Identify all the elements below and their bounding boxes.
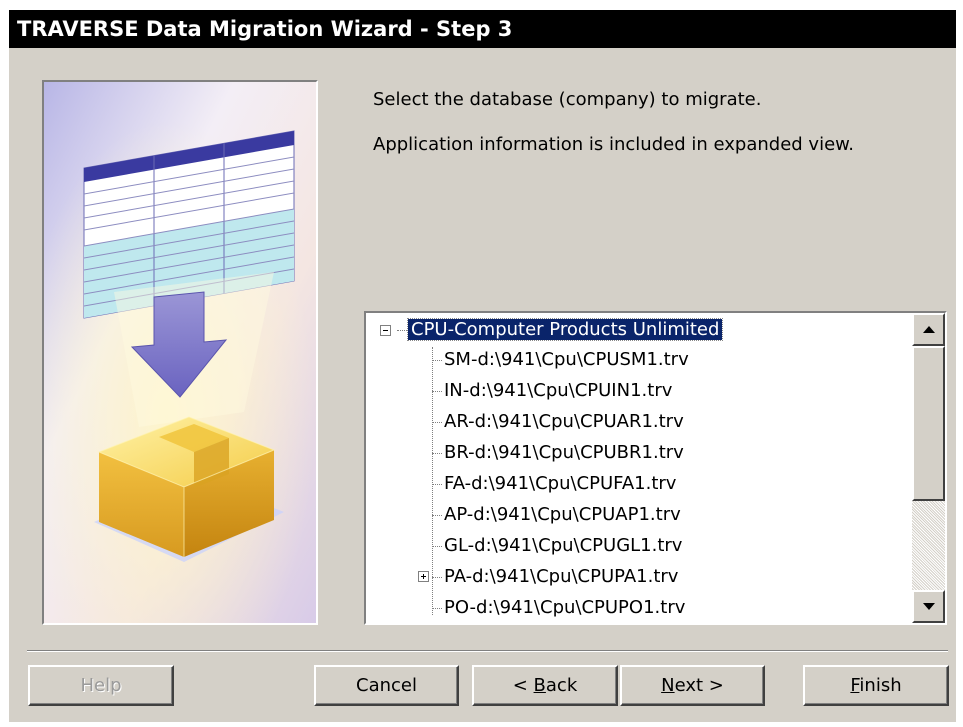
cancel-button-label: Cancel xyxy=(356,675,417,696)
tree-connector-line xyxy=(432,391,442,392)
cancel-button[interactable]: Cancel xyxy=(314,665,459,706)
tree-connector-line xyxy=(432,422,442,423)
next-button-label: Next > xyxy=(661,675,724,696)
tree-connector-line xyxy=(397,330,407,331)
window-title: TRAVERSE Data Migration Wizard - Step 3 xyxy=(9,10,956,48)
instruction-expanded-view: Application information is included in e… xyxy=(373,134,854,155)
tree-item-br[interactable]: BR-d:\941\Cpu\CPUBR1.trv xyxy=(444,441,684,465)
next-button[interactable]: Next > xyxy=(620,665,765,706)
tree-item-ar[interactable]: AR-d:\941\Cpu\CPUAR1.trv xyxy=(444,410,684,434)
arrow-down-icon xyxy=(922,603,935,610)
tree-connector-line xyxy=(432,546,442,547)
tree-item-sm[interactable]: SM-d:\941\Cpu\CPUSM1.trv xyxy=(444,348,689,372)
tree-item-in[interactable]: IN-d:\941\Cpu\CPUIN1.trv xyxy=(444,379,672,403)
wizard-illustration xyxy=(42,80,318,625)
tree-item-gl[interactable]: GL-d:\941\Cpu\CPUGL1.trv xyxy=(444,534,682,558)
button-separator-highlight xyxy=(27,651,948,652)
scroll-up-button[interactable] xyxy=(912,313,945,346)
tree-item-po[interactable]: PO-d:\941\Cpu\CPUPO1.trv xyxy=(444,596,685,620)
tree-root-label: CPU-Computer Products Unlimited xyxy=(406,318,724,341)
finish-button-label: Finish xyxy=(850,675,902,696)
back-button[interactable]: < Back xyxy=(472,665,618,706)
tree-root-company[interactable]: CPU-Computer Products Unlimited xyxy=(406,318,724,342)
tree-item-fa[interactable]: FA-d:\941\Cpu\CPUFA1.trv xyxy=(444,472,676,496)
tree-connector-line xyxy=(432,577,442,578)
tree-connector-line xyxy=(432,360,442,361)
wizard-window: TRAVERSE Data Migration Wizard - Step 3 xyxy=(9,10,956,722)
tree-content: CPU-Computer Products Unlimited SM-d:\94… xyxy=(366,313,912,623)
finish-button[interactable]: Finish xyxy=(803,665,949,706)
back-button-label: < Back xyxy=(512,675,578,696)
database-migration-illustration xyxy=(44,82,316,623)
tree-connector-line xyxy=(432,484,442,485)
collapse-icon[interactable] xyxy=(380,325,391,336)
tree-connector-line xyxy=(432,515,442,516)
tree-connector-line xyxy=(432,608,442,609)
tree-item-ap[interactable]: AP-d:\941\Cpu\CPUAP1.trv xyxy=(444,503,681,527)
help-button-label: Help xyxy=(80,675,122,696)
tree-item-pa[interactable]: PA-d:\941\Cpu\CPUPA1.trv xyxy=(444,565,678,589)
expand-icon[interactable] xyxy=(418,571,429,582)
database-tree-view[interactable]: CPU-Computer Products Unlimited SM-d:\94… xyxy=(364,311,947,625)
scrollbar-thumb[interactable] xyxy=(912,346,945,501)
tree-connector-line xyxy=(432,453,442,454)
tree-vertical-scrollbar[interactable] xyxy=(912,313,945,623)
scroll-down-button[interactable] xyxy=(912,590,945,623)
tree-connector-line xyxy=(432,347,433,615)
help-button[interactable]: Help xyxy=(28,665,174,706)
instruction-select-database: Select the database (company) to migrate… xyxy=(373,89,762,110)
arrow-up-icon xyxy=(922,326,935,333)
